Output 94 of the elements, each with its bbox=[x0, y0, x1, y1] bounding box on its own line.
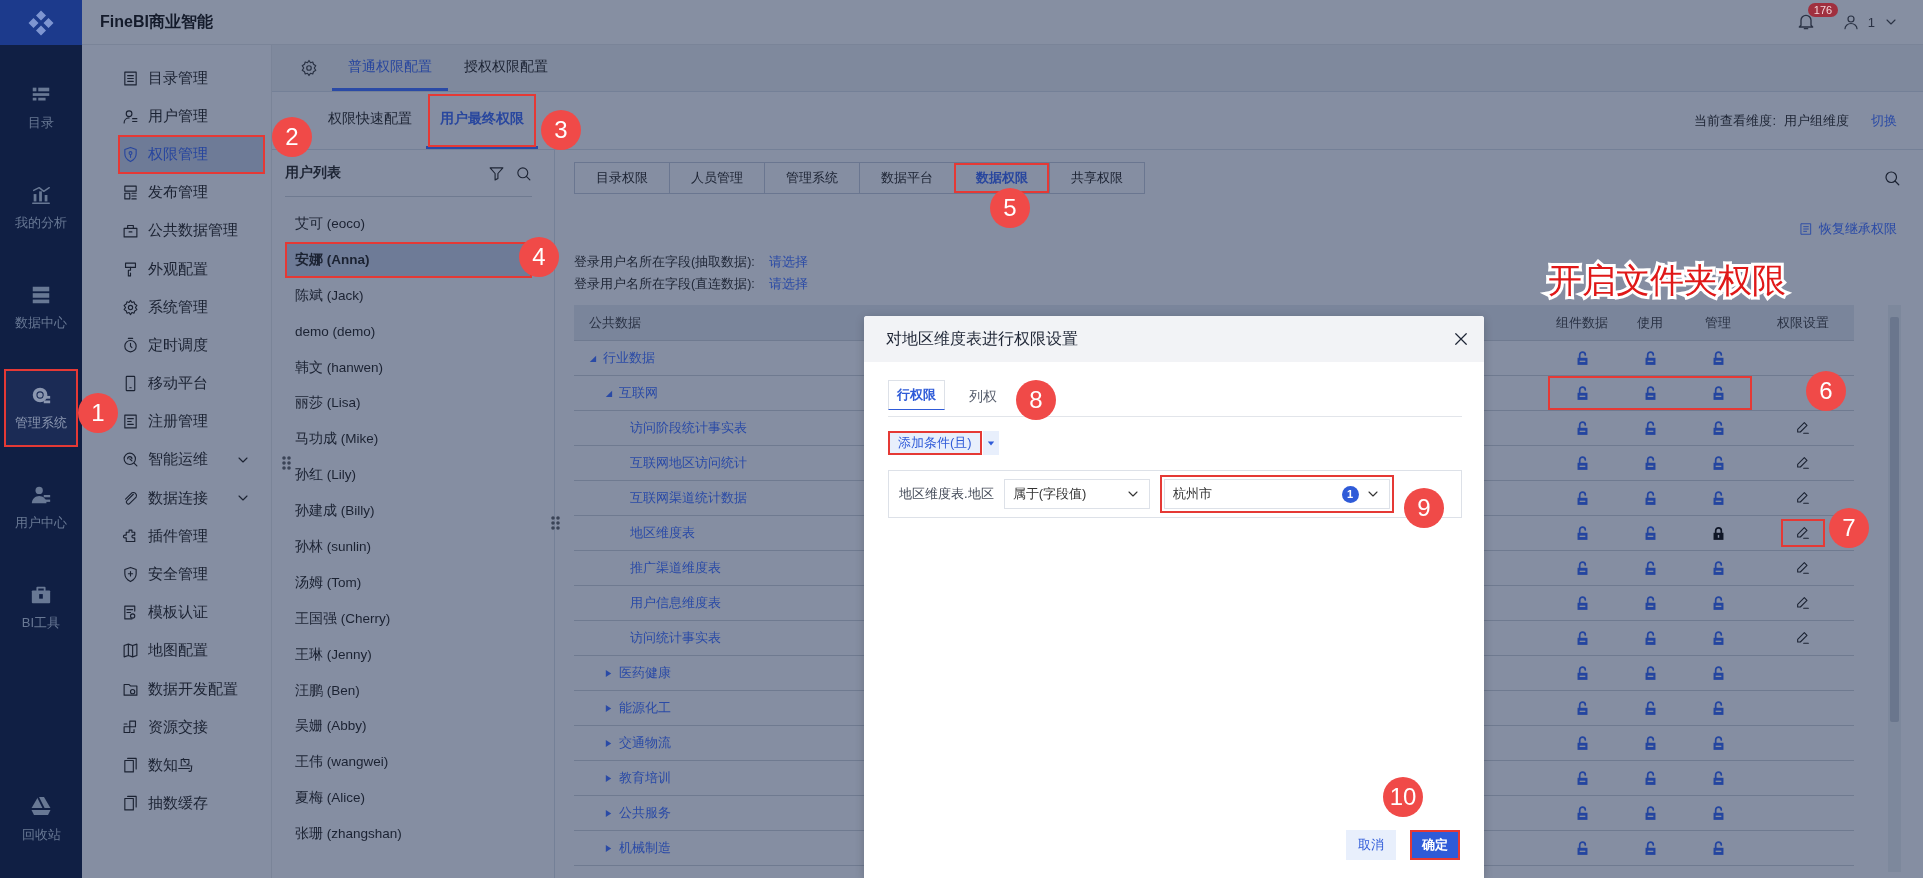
operator-select[interactable]: 属于(字段值) bbox=[1003, 479, 1150, 509]
tab[interactable]: 普通权限配置 bbox=[332, 45, 448, 91]
tab[interactable]: 管理系统 bbox=[764, 163, 859, 193]
user-item[interactable]: 孙林 (sunlin) bbox=[285, 529, 532, 565]
user-name[interactable]: 1 bbox=[1867, 14, 1875, 30]
nav-item[interactable]: 数据连接 bbox=[118, 479, 265, 518]
user-item[interactable]: 丽莎 (Lisa) bbox=[285, 385, 532, 422]
nav-item[interactable]: 用户管理 bbox=[118, 97, 265, 136]
tree-item[interactable]: 能源化工 bbox=[619, 699, 671, 717]
nav-item[interactable]: 资源交接 bbox=[118, 708, 265, 747]
nav-item[interactable]: 发布管理 bbox=[118, 173, 265, 212]
switch-link[interactable]: 切换 bbox=[1871, 111, 1897, 130]
tab[interactable]: 人员管理 bbox=[669, 163, 764, 193]
tree-item[interactable]: 交通物流 bbox=[619, 734, 671, 752]
nav-item[interactable]: 抽数缓存 bbox=[118, 784, 265, 823]
tree-item[interactable]: 互联网地区访问统计 bbox=[630, 454, 747, 472]
tab[interactable]: 数据平台 bbox=[859, 163, 954, 193]
nav-item[interactable]: 安全管理 bbox=[118, 555, 265, 594]
panel-title: 用户列表 bbox=[285, 164, 342, 182]
rail-item[interactable]: BI工具 bbox=[4, 569, 78, 647]
column-header: 使用 bbox=[1637, 313, 1663, 332]
nav-item[interactable]: 公共数据管理 bbox=[118, 211, 265, 250]
user-item[interactable]: 汤姆 (Tom) bbox=[285, 564, 532, 601]
tab[interactable]: 用户最终权限 bbox=[426, 92, 538, 149]
column-header: 组件数据 bbox=[1556, 313, 1608, 332]
user-item[interactable]: 孙红 (Lily) bbox=[285, 457, 532, 494]
cancel-button[interactable]: 取消 bbox=[1346, 830, 1396, 860]
nav-item[interactable]: 插件管理 bbox=[118, 517, 265, 556]
user-item[interactable]: 安娜 (Anna) bbox=[285, 241, 532, 278]
dimension-value: 用户组维度 bbox=[1784, 111, 1849, 130]
select-link[interactable]: 请选择 bbox=[768, 275, 808, 293]
nav-item[interactable]: 定时调度 bbox=[118, 326, 265, 365]
user-item[interactable]: 汪鹏 (Ben) bbox=[285, 672, 532, 709]
tab[interactable]: 权限快速配置 bbox=[314, 92, 426, 149]
rail-item[interactable]: 目录 bbox=[4, 69, 78, 147]
tab[interactable]: 数据权限 bbox=[954, 163, 1049, 193]
field-label: 地区维度表.地区 bbox=[899, 485, 994, 503]
field-label: 登录用户名所在字段(直连数据): bbox=[574, 275, 755, 293]
tab[interactable]: 授权权限配置 bbox=[448, 45, 564, 91]
user-item[interactable]: 马功成 (Mike) bbox=[285, 421, 532, 458]
tree-item[interactable]: 教育培训 bbox=[619, 769, 671, 787]
nav-item[interactable]: 外观配置 bbox=[118, 249, 265, 289]
nav-item[interactable]: 数据开发配置 bbox=[118, 670, 265, 709]
dimension-label: 当前查看维度: bbox=[1694, 111, 1776, 130]
rail-item[interactable]: 用户中心 bbox=[4, 469, 78, 547]
tree-item[interactable]: 用户信息维度表 bbox=[630, 594, 721, 612]
column-header: 公共数据 bbox=[589, 313, 641, 332]
select-link[interactable]: 请选择 bbox=[768, 253, 808, 271]
rail-item[interactable]: 我的分析 bbox=[4, 169, 78, 247]
column-header: 权限设置 bbox=[1777, 313, 1829, 332]
annotation-note: 开启文件夹权限 bbox=[1548, 260, 1786, 301]
tab[interactable]: 目录权限 bbox=[575, 163, 669, 193]
rail-item[interactable]: 管理系统 bbox=[4, 369, 78, 447]
user-item[interactable]: 王国强 (Cherry) bbox=[285, 600, 532, 637]
user-item[interactable]: 王琳 (Jenny) bbox=[285, 636, 532, 673]
tree-item[interactable]: 互联网渠道统计数据 bbox=[630, 489, 747, 507]
tree-item[interactable]: 推广渠道维度表 bbox=[630, 559, 721, 577]
nav-item[interactable]: 系统管理 bbox=[118, 288, 265, 327]
tree-item[interactable]: 医药健康 bbox=[619, 664, 671, 682]
tab[interactable]: 列权 bbox=[951, 380, 1015, 416]
user-item[interactable]: 夏梅 (Alice) bbox=[285, 780, 532, 817]
user-item[interactable]: 张珊 (zhangshan) bbox=[285, 816, 532, 853]
tree-item[interactable]: 公共服务 bbox=[619, 804, 671, 822]
nav-item[interactable]: 目录管理 bbox=[118, 59, 265, 98]
column-header: 管理 bbox=[1705, 313, 1731, 332]
nav-item[interactable]: 模板认证 bbox=[118, 593, 265, 632]
nav-item[interactable]: 注册管理 bbox=[118, 402, 265, 441]
tab[interactable]: 行权限 bbox=[888, 380, 945, 410]
field-label: 登录用户名所在字段(抽取数据): bbox=[574, 253, 755, 271]
app-title: FineBI商业智能 bbox=[100, 11, 213, 32]
rail-item[interactable]: 数据中心 bbox=[4, 269, 78, 347]
confirm-button[interactable]: 确定 bbox=[1410, 830, 1460, 860]
user-item[interactable]: 陈斌 (Jack) bbox=[285, 277, 532, 314]
user-item[interactable]: 孙建成 (Billy) bbox=[285, 493, 532, 529]
tree-item[interactable]: 互联网 bbox=[619, 384, 658, 402]
tree-item[interactable]: 访问统计事实表 bbox=[630, 629, 721, 647]
rail-item[interactable]: 回收站 bbox=[0, 780, 82, 858]
nav-item[interactable]: 智能运维 bbox=[118, 440, 265, 480]
tree-item[interactable]: 行业数据 bbox=[603, 349, 655, 367]
notification-count: 176 bbox=[1807, 3, 1839, 17]
add-condition-button[interactable]: 添加条件(且) bbox=[888, 431, 982, 455]
user-item[interactable]: 王伟 (wangwei) bbox=[285, 744, 532, 781]
nav-item[interactable]: 地图配置 bbox=[118, 631, 265, 670]
user-item[interactable]: demo (demo) bbox=[285, 313, 532, 350]
tree-item[interactable]: 访问阶段统计事实表 bbox=[630, 419, 747, 437]
nav-item[interactable]: 移动平台 bbox=[118, 364, 265, 403]
nav-item[interactable]: 数知鸟 bbox=[118, 746, 265, 785]
restore-link[interactable]: 恢复继承权限 bbox=[1819, 220, 1897, 238]
user-item[interactable]: 吴姗 (Abby) bbox=[285, 708, 532, 745]
tab[interactable]: 共享权限 bbox=[1049, 163, 1144, 193]
user-item[interactable]: 韩文 (hanwen) bbox=[285, 349, 532, 386]
tree-item[interactable]: 机械制造 bbox=[619, 839, 671, 857]
dialog-title: 对地区维度表进行权限设置 bbox=[886, 328, 1079, 349]
tree-item[interactable]: 地区维度表 bbox=[630, 524, 695, 542]
